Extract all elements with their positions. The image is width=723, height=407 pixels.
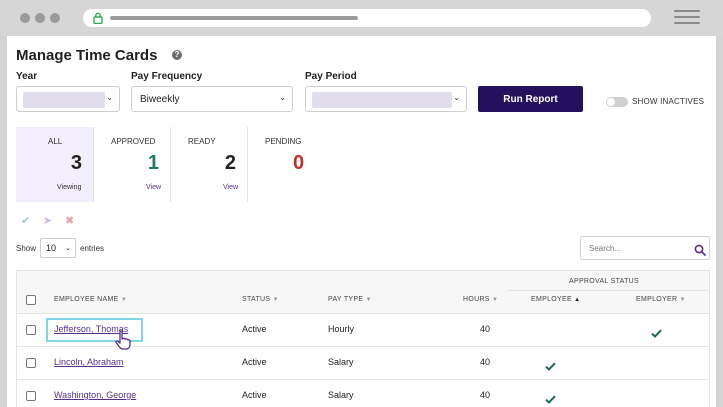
show-label: Show <box>16 244 37 253</box>
page-title: Manage Time Cards <box>16 47 158 64</box>
column-header-hours[interactable]: HOURS ▼ <box>463 296 498 303</box>
pay-type-cell: Salary <box>328 390 354 400</box>
summary-card-pending[interactable]: PENDING 0 <box>247 127 324 202</box>
approval-status-header: APPROVAL STATUS <box>569 278 639 285</box>
column-header-status[interactable]: STATUS ▼ <box>242 296 279 303</box>
table-row: Lincoln, Abraham Active Salary 40 <box>17 347 709 380</box>
column-header-employee-name[interactable]: EMPLOYEE NAME ▼ <box>54 296 127 303</box>
run-report-button[interactable]: Run Report <box>478 86 583 112</box>
table-row: Washington, George Active Salary 40 <box>17 380 709 407</box>
pay-type-cell: Salary <box>328 357 354 367</box>
column-header-employer[interactable]: EMPLOYER ▼ <box>636 296 686 303</box>
sort-down-icon: ▼ <box>272 297 279 303</box>
column-label: EMPLOYEE <box>531 296 572 303</box>
column-label: EMPLOYEE NAME <box>54 296 119 303</box>
employee-approved-check-icon <box>545 391 556 404</box>
pay-period-label: Pay Period <box>305 71 357 82</box>
sort-down-icon: ▼ <box>120 297 128 303</box>
summary-card-label: APPROVED <box>111 137 156 146</box>
status-cell: Active <box>242 357 267 367</box>
employee-name-link[interactable]: Washington, George <box>54 390 136 400</box>
sort-down-icon: ▼ <box>365 297 372 303</box>
chevron-down-icon: ⌄ <box>65 245 71 252</box>
hours-cell: 40 <box>479 357 490 367</box>
employee-approved-check-icon <box>545 358 556 371</box>
cursor-arrow-icon[interactable]: ➤ <box>43 214 52 227</box>
entries-value: 10 <box>46 243 57 253</box>
search-icon[interactable] <box>694 244 706 256</box>
show-inactives-label: SHOW INACTIVES <box>632 97 705 106</box>
approval-status-divider <box>507 290 708 291</box>
entries-select[interactable]: 10 ⌄ <box>40 238 76 258</box>
help-icon[interactable]: ? <box>172 50 182 60</box>
check-icon[interactable]: ✔ <box>21 214 30 227</box>
column-label: HOURS <box>463 296 490 303</box>
summary-card-count: 0 <box>293 152 305 174</box>
status-cell: Active <box>242 390 267 400</box>
browser-menu-icon[interactable] <box>674 10 700 26</box>
pay-frequency-select[interactable]: Biweekly ⌄ <box>131 86 293 112</box>
sort-down-icon: ▼ <box>492 297 499 303</box>
column-header-employee[interactable]: EMPLOYEE ▲ <box>531 296 580 303</box>
chevron-down-icon: ⌄ <box>279 93 286 102</box>
page-content: Manage Time Cards ? Year ⌄ Pay Frequency… <box>7 36 716 407</box>
select-all-checkbox[interactable] <box>26 295 36 305</box>
entries-label: entries <box>80 244 105 253</box>
summary-card-label: ALL <box>48 137 63 146</box>
show-inactives-toggle[interactable] <box>606 97 628 107</box>
summary-card-link[interactable]: View <box>223 184 238 191</box>
search-input[interactable] <box>580 236 710 260</box>
row-checkbox[interactable] <box>26 325 36 335</box>
sort-down-icon: ▼ <box>679 297 686 303</box>
window-minimize-dot[interactable] <box>35 13 45 23</box>
hours-cell: 40 <box>479 390 490 400</box>
pay-frequency-value: Biweekly <box>140 94 180 105</box>
summary-card-label: PENDING <box>265 137 302 146</box>
pay-frequency-label: Pay Frequency <box>131 71 203 82</box>
time-cards-table: APPROVAL STATUS EMPLOYEE NAME ▼ STATUS ▼… <box>16 270 710 407</box>
table-header: APPROVAL STATUS EMPLOYEE NAME ▼ STATUS ▼… <box>17 271 709 314</box>
year-select[interactable]: ⌄ <box>16 86 120 112</box>
summary-card-ready[interactable]: READY 2 View <box>170 127 247 202</box>
close-icon[interactable]: ✖ <box>65 214 74 227</box>
summary-card-link: Viewing <box>57 184 82 191</box>
status-cell: Active <box>242 324 267 334</box>
employee-name-link[interactable]: Lincoln, Abraham <box>54 357 124 367</box>
browser-chrome <box>0 0 723 36</box>
window-maximize-dot[interactable] <box>50 13 60 23</box>
summary-card-link[interactable]: View <box>146 184 161 191</box>
sort-up-icon: ▲ <box>574 297 581 303</box>
employer-approved-check-icon <box>651 325 662 338</box>
hours-cell: 40 <box>479 324 490 334</box>
table-row: Jefferson, Thomas Active Hourly 40 <box>17 314 709 350</box>
pay-period-value-placeholder <box>312 92 452 108</box>
column-header-pay-type[interactable]: PAY TYPE ▼ <box>328 296 372 303</box>
year-label: Year <box>16 71 38 82</box>
column-label: PAY TYPE <box>328 296 364 303</box>
summary-card-count: 1 <box>147 152 159 174</box>
year-value-placeholder <box>23 92 105 108</box>
column-label: STATUS <box>242 296 271 303</box>
summary-card-label: READY <box>188 137 216 146</box>
row-checkbox[interactable] <box>26 358 36 368</box>
lock-icon <box>93 12 103 24</box>
chevron-down-icon: ⌄ <box>106 93 113 102</box>
address-bar[interactable] <box>83 9 651 27</box>
row-checkbox[interactable] <box>26 391 36 401</box>
summary-card-count: 2 <box>224 152 236 174</box>
pay-type-cell: Hourly <box>328 324 355 334</box>
chevron-down-icon: ⌄ <box>453 93 460 102</box>
summary-card-count: 3 <box>70 152 82 174</box>
toggle-knob <box>607 98 615 106</box>
summary-card-all[interactable]: ALL 3 Viewing <box>16 127 93 202</box>
column-label: EMPLOYER <box>636 296 678 303</box>
url-text-placeholder <box>110 16 358 20</box>
pay-period-select[interactable]: ⌄ <box>305 86 467 112</box>
window-close-dot[interactable] <box>20 13 30 23</box>
summary-card-approved[interactable]: APPROVED 1 View <box>93 127 170 202</box>
